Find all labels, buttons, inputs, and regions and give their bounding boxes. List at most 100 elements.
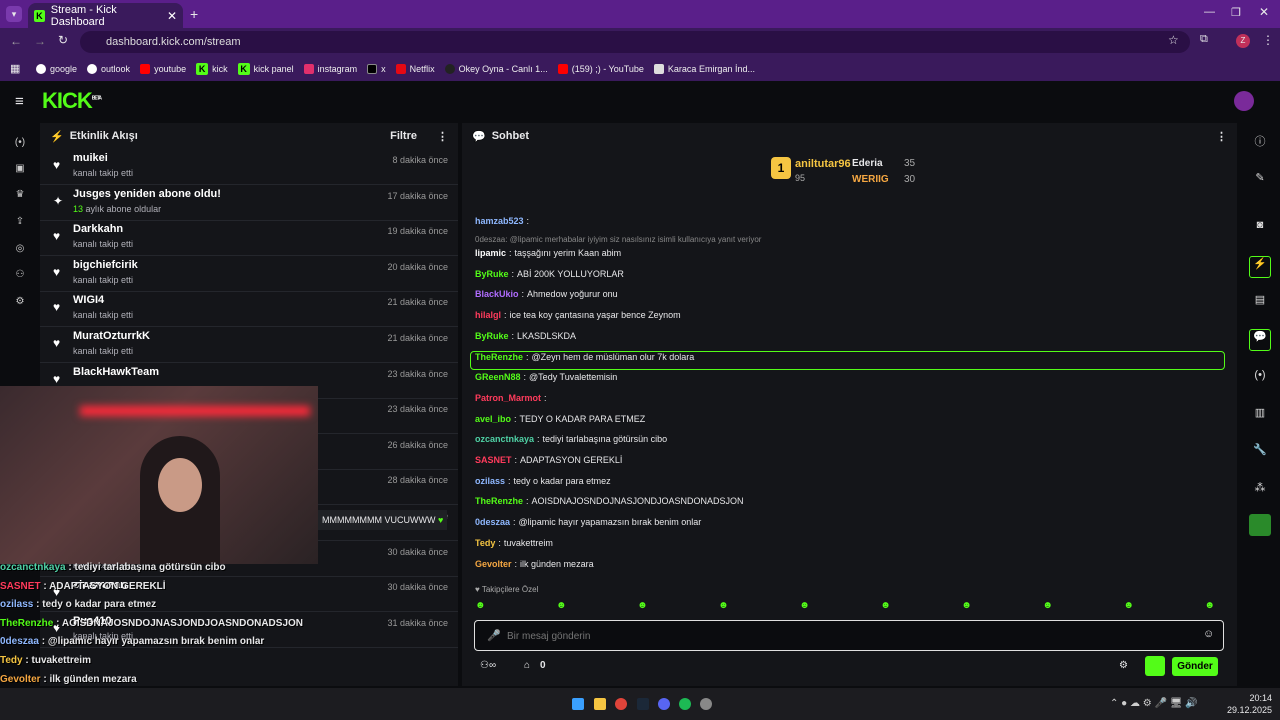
user-avatar[interactable] [1234,91,1254,111]
leader-1-name[interactable]: aniltutar96 [795,158,851,170]
back-icon[interactable]: ← [10,34,22,48]
chat-message[interactable]: Patron_Marmot: [475,393,550,403]
chat-username[interactable]: ByRuke [475,269,509,279]
leader-3-name[interactable]: WERIIG [852,174,889,185]
chat-message[interactable]: GReenN88: @Tedy Tuvalettemisin [475,372,617,382]
chat-message[interactable]: ByRuke: ABİ 200K YOLLUYORLAR [475,269,624,279]
bookmark-star-icon[interactable]: ☆ [1168,33,1179,47]
url-field[interactable]: dashboard.kick.com/stream [80,31,1190,53]
chat-message[interactable]: Gevolter: ilk günden mezara [475,559,594,569]
notes-icon[interactable]: ▤ [1252,293,1268,309]
bookmark-x[interactable]: x [367,63,386,74]
trophy-icon[interactable]: ♛ [12,189,28,200]
chat-username[interactable]: BlackUkio [475,289,519,299]
hamburger-menu-icon[interactable]: ≡ [15,93,24,110]
cards-icon[interactable]: ▥ [1252,406,1268,422]
profile-avatar[interactable]: Z [1236,34,1250,48]
activity-menu-icon[interactable]: ⋮ [437,130,448,143]
bookmark-okey[interactable]: Okey Oyna - Canlı 1... [444,63,548,74]
reload-icon[interactable]: ↻ [58,33,68,47]
emote-icon[interactable]: ☻ [1042,600,1053,611]
chat-message[interactable]: ByRuke: LKASDLSKDA [475,331,576,341]
emote-icon[interactable]: ☻ [1204,600,1215,611]
emote-icon[interactable]: ☻ [880,600,891,611]
send-button[interactable]: Gönder [1172,657,1218,676]
chat-message[interactable]: BlackUkio: Ahmedow yoğurur onu [475,289,618,299]
kick-logo[interactable]: KICKBETA [42,88,102,114]
bookmark-netflix[interactable]: Netflix [395,63,435,74]
chat-icon[interactable]: 💬 [1249,329,1271,351]
start-icon[interactable] [572,698,584,710]
chat-username[interactable]: hamzab523 [475,216,524,226]
minimize-icon[interactable]: — [1204,6,1215,18]
activity-row[interactable]: ♥ Darkkahn kanalı takip etti 19 dakika önce [40,220,458,257]
explorer-icon[interactable] [594,698,606,710]
spotify-icon[interactable] [679,698,691,710]
chat-username[interactable]: GReenN88 [475,372,521,382]
maximize-icon[interactable]: ❐ [1231,6,1241,19]
chat-username[interactable]: SASNET [475,455,512,465]
users-icon[interactable]: ⚇ [12,269,28,280]
activity-row[interactable]: ♥ muikei kanalı takip etti 8 dakika önce [40,149,458,185]
chat-username[interactable]: Gevolter [475,559,512,569]
activity-row[interactable]: ♥ WIGI4 kanalı takip etti 21 dakika önce [40,291,458,328]
emote-icon[interactable]: ☻ [637,600,648,611]
chat-menu-icon[interactable]: ⋮ [1216,130,1227,143]
bookmark-karaca[interactable]: Karaca Emirgan İnd... [653,63,755,74]
live-icon[interactable]: (•) [12,137,28,148]
chat-input[interactable] [507,627,1187,645]
wrench-icon[interactable]: 🔧 [1252,443,1268,459]
extensions-icon[interactable]: ⧉ [1200,33,1208,46]
bookmark-kick[interactable]: Kkick [196,62,228,75]
info-icon[interactable]: ⓘ [1252,133,1268,149]
emote-icon[interactable]: ☻ [475,600,486,611]
chat-username[interactable]: TheRenzhe [475,352,523,362]
filter-button[interactable]: Filtre [390,130,417,142]
plugin-icon[interactable] [1249,514,1271,536]
chat-username[interactable]: avel_ibo [475,414,511,424]
chat-message[interactable]: Tedy: tuvakettreim [475,538,553,548]
chat-input-box[interactable]: 🎤 ☺ [474,620,1224,651]
chat-message[interactable]: TheRenzhe: @Zeyn hem de müslüman olur 7k … [475,352,694,362]
activity-row[interactable]: ♥ bigchiefcirik kanalı takip etti 20 dakika… [40,256,458,292]
chat-settings-icon[interactable]: ⚙ [1119,660,1128,671]
chat-message[interactable]: 0deszaa: @lipamic hayır yapamazsın bırak … [475,517,701,527]
edit-icon[interactable]: ✎ [1252,171,1268,187]
chat-username[interactable]: ozcanctnkaya [475,434,534,444]
emote-icon[interactable]: ☻ [718,600,729,611]
share-icon[interactable]: ⁂ [1252,481,1268,497]
focus-icon[interactable]: ◙ [1252,219,1268,235]
store-icon[interactable]: ⌂ [524,660,530,671]
chat-username[interactable]: ozilass [475,476,505,486]
bookmark-instagram[interactable]: instagram [303,63,357,74]
activity-row[interactable]: ♥ MuratOzturrkK kanalı takip etti 21 dakika… [40,327,458,363]
chat-message[interactable]: ozcanctnkaya: tediyi tarlabaşına götürsün… [475,434,667,444]
bookmark-kick-panel[interactable]: Kkick panel [237,62,294,75]
stream-icon[interactable]: ◎ [12,243,28,254]
chat-message[interactable]: lipamic: taşşağını yerim Kaan abim [475,248,621,258]
emote-icon[interactable]: ☻ [556,600,567,611]
settings-icon[interactable]: ⚙ [12,296,28,307]
bookmark-youtube-2[interactable]: (159) ;) - YouTube [557,63,644,74]
chat-message[interactable]: avel_ibo: TEDY O KADAR PARA ETMEZ [475,414,645,424]
broadcast-icon[interactable]: (•) [1252,369,1268,385]
chat-username[interactable]: ByRuke [475,331,509,341]
browser-menu-icon[interactable]: ⋮ [1262,33,1274,47]
emote-icon[interactable]: ☻ [799,600,810,611]
emoji-icon[interactable]: ☺ [1203,628,1214,640]
discord-icon[interactable] [658,698,670,710]
mic-icon[interactable]: 🎤 [487,629,501,642]
leader-2-name[interactable]: Ederia [852,158,883,169]
apps-grid-icon[interactable]: ▦ [10,62,20,75]
chat-message[interactable]: TheRenzhe: AOISDNAJOSNDOJNASJONDJOASNDONA… [475,496,744,506]
bolt-icon[interactable]: ⚡ [1249,256,1271,278]
forward-icon[interactable]: → [34,34,46,48]
bookmark-outlook[interactable]: outlook [87,63,130,74]
bookmark-youtube[interactable]: youtube [140,63,186,74]
chat-message[interactable]: ozilass: tedy o kadar para etmez [475,476,611,486]
new-tab-icon[interactable]: + [190,6,198,22]
dashboard-icon[interactable]: ▣ [12,163,28,174]
chat-username[interactable]: 0deszaa [475,517,510,527]
bookmark-google[interactable]: google [36,63,77,74]
steam-icon[interactable] [637,698,649,710]
